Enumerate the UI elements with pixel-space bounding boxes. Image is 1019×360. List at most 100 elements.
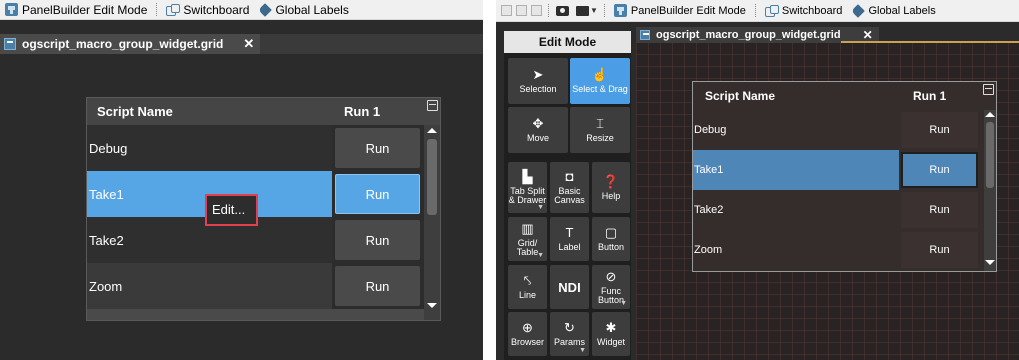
tab-title: ogscript_macro_group_widget.grid <box>22 37 224 51</box>
column-header-script-name[interactable]: Script Name <box>693 82 901 110</box>
tool-selection-button[interactable]: ➤ Selection <box>508 58 568 104</box>
table-row[interactable]: Zoom Run <box>87 263 424 309</box>
tool-params-button[interactable]: ↻ Params ▼ <box>550 312 589 356</box>
global-labels-label: Global Labels <box>275 2 349 17</box>
button-icon: ▢ <box>604 225 618 240</box>
tool-func-button-button[interactable]: ⊘ Func Button ▼ <box>592 265 630 309</box>
tool-label-button[interactable]: T Label <box>550 217 589 261</box>
edit-context-menu-item[interactable]: Edit... <box>205 194 258 226</box>
run-button[interactable]: Run <box>335 128 420 168</box>
tab-grid-file[interactable]: ogscript_macro_group_widget.grid ✕ <box>0 34 261 54</box>
run-button[interactable]: Run <box>901 232 978 268</box>
row-script-name[interactable]: Take1 <box>693 150 899 190</box>
table-row[interactable]: Zoom Run <box>693 230 984 270</box>
tool-move-button[interactable]: ✥ Move <box>508 107 568 153</box>
tool-browser-button[interactable]: ⊕ Browser <box>508 312 547 356</box>
tag-icon <box>851 3 866 18</box>
tool-tab-split-drawer-button[interactable]: ▙ Tab Split & Drawer ▼ <box>508 162 547 213</box>
scroll-down-arrow-icon[interactable] <box>985 260 995 265</box>
vertical-scrollbar[interactable] <box>424 125 440 320</box>
right-panel: ▼ PanelBuilder Edit Mode Switchboard Glo… <box>496 0 1019 360</box>
help-icon: ❓ <box>602 173 620 189</box>
table-menu-icon[interactable] <box>427 100 438 111</box>
switchboard-label: Switchboard <box>781 4 843 17</box>
run-button[interactable]: Run <box>901 192 978 228</box>
tab-title: ogscript_macro_group_widget.grid <box>656 29 841 41</box>
tool-select-drag-button[interactable]: ☝ Select & Drag <box>570 58 630 104</box>
row-script-name[interactable]: Take2 <box>693 190 899 230</box>
tag-icon <box>258 2 273 17</box>
table-row[interactable]: Debug Run <box>693 110 984 150</box>
column-header-run-1[interactable]: Run 1 <box>901 82 987 110</box>
macro-grid-widget: Script Name Run 1 Debug Run Take1 Run Take2 R… <box>86 97 441 321</box>
switchboard-button[interactable]: Switchboard <box>161 3 254 17</box>
line-icon: ⤣ <box>523 273 532 288</box>
tool-line-button[interactable]: ⤣ Line <box>508 265 547 309</box>
save-as-icon[interactable] <box>516 5 527 16</box>
run-button[interactable]: Run <box>335 266 420 306</box>
vertical-scrollbar[interactable] <box>984 110 996 271</box>
toolbar-separator <box>548 4 549 17</box>
macro-grid-widget[interactable]: Script Name Run 1 Debug Run Take1 Run Take2 R… <box>692 81 997 272</box>
panelbuilder-edit-mode-button[interactable]: PanelBuilder Edit Mode <box>0 3 152 17</box>
close-icon[interactable]: ✕ <box>863 28 873 42</box>
tool-widget-button[interactable]: ✱ Widget <box>592 312 630 356</box>
tool-resize-button[interactable]: ⌶ Resize <box>570 107 630 153</box>
scroll-up-arrow-icon[interactable] <box>427 128 437 133</box>
close-icon[interactable]: ✕ <box>243 36 254 52</box>
run-cell: Run <box>899 150 984 190</box>
tab-icon: ▙ <box>522 169 533 184</box>
tool-grid-table-button[interactable]: ▥ Grid/ Table ▼ <box>508 217 547 261</box>
run-button[interactable]: Run <box>901 112 978 148</box>
canvas-icon: ◘ <box>565 169 574 184</box>
tool-basic-canvas-button[interactable]: ◘ Basic Canvas <box>550 162 589 213</box>
table-menu-icon[interactable] <box>983 84 994 95</box>
row-script-name[interactable]: Debug <box>693 110 899 150</box>
chevron-down-icon[interactable]: ▼ <box>537 251 544 260</box>
func-button-icon: ⊘ <box>605 268 617 284</box>
column-header-script-name[interactable]: Script Name <box>87 98 334 125</box>
global-labels-button[interactable]: Global Labels <box>847 3 940 18</box>
row-script-name[interactable]: Debug <box>87 125 332 171</box>
tool-label: Browser <box>510 337 544 347</box>
chevron-down-icon[interactable]: ▼ <box>620 299 627 308</box>
top-toolbar: PanelBuilder Edit Mode Switchboard Globa… <box>0 0 483 20</box>
chevron-down-icon[interactable]: ▼ <box>579 346 586 355</box>
column-header-run-1[interactable]: Run 1 <box>334 98 424 125</box>
tool-help-button[interactable]: ❓ Help <box>592 162 630 213</box>
run-button[interactable]: Run <box>901 152 978 188</box>
tool-label: Move <box>526 133 549 143</box>
tool-ndi-button[interactable]: NDI <box>550 265 589 309</box>
tool-label: Label <box>558 242 581 252</box>
edit-mode-palette: Edit Mode ➤ Selection ☝ Select & Drag ✥ Move ⌶… <box>504 31 631 360</box>
scroll-down-arrow-icon[interactable] <box>427 303 437 308</box>
scrollbar-thumb[interactable] <box>986 122 994 188</box>
table-row[interactable]: Take1 Run <box>693 150 984 190</box>
run-button[interactable]: Run <box>335 174 420 214</box>
table-row[interactable]: Take2 Run <box>693 190 984 230</box>
toolbar-separator <box>754 4 756 17</box>
chevron-down-icon[interactable]: ▼ <box>590 6 598 15</box>
tool-label: Selection <box>519 84 557 94</box>
scrollbar-thumb[interactable] <box>427 139 437 215</box>
run-cell: Run <box>899 230 984 270</box>
row-script-name[interactable]: Zoom <box>87 263 332 309</box>
tool-label: Select & Drag <box>572 84 628 94</box>
edit-mode-title: Edit Mode <box>504 31 631 53</box>
scroll-up-arrow-icon[interactable] <box>985 112 995 117</box>
panelbuilder-edit-mode-button[interactable]: PanelBuilder Edit Mode <box>609 4 751 17</box>
global-labels-button[interactable]: Global Labels <box>254 3 353 17</box>
copy-icon[interactable] <box>531 5 542 16</box>
switchboard-icon <box>764 4 779 17</box>
camera-icon[interactable] <box>556 5 569 16</box>
edit-label: Edit... <box>212 202 246 217</box>
table-row[interactable]: Debug Run <box>87 125 424 171</box>
switchboard-button[interactable]: Switchboard <box>760 4 848 17</box>
tool-button-button[interactable]: ▢ Button <box>592 217 630 261</box>
run-button[interactable]: Run <box>335 220 420 260</box>
tool-label: Button <box>597 242 625 252</box>
row-script-name[interactable]: Zoom <box>693 230 899 270</box>
chevron-down-icon[interactable]: ▼ <box>537 203 544 212</box>
save-icon[interactable] <box>501 5 512 16</box>
folder-icon[interactable] <box>576 5 589 16</box>
